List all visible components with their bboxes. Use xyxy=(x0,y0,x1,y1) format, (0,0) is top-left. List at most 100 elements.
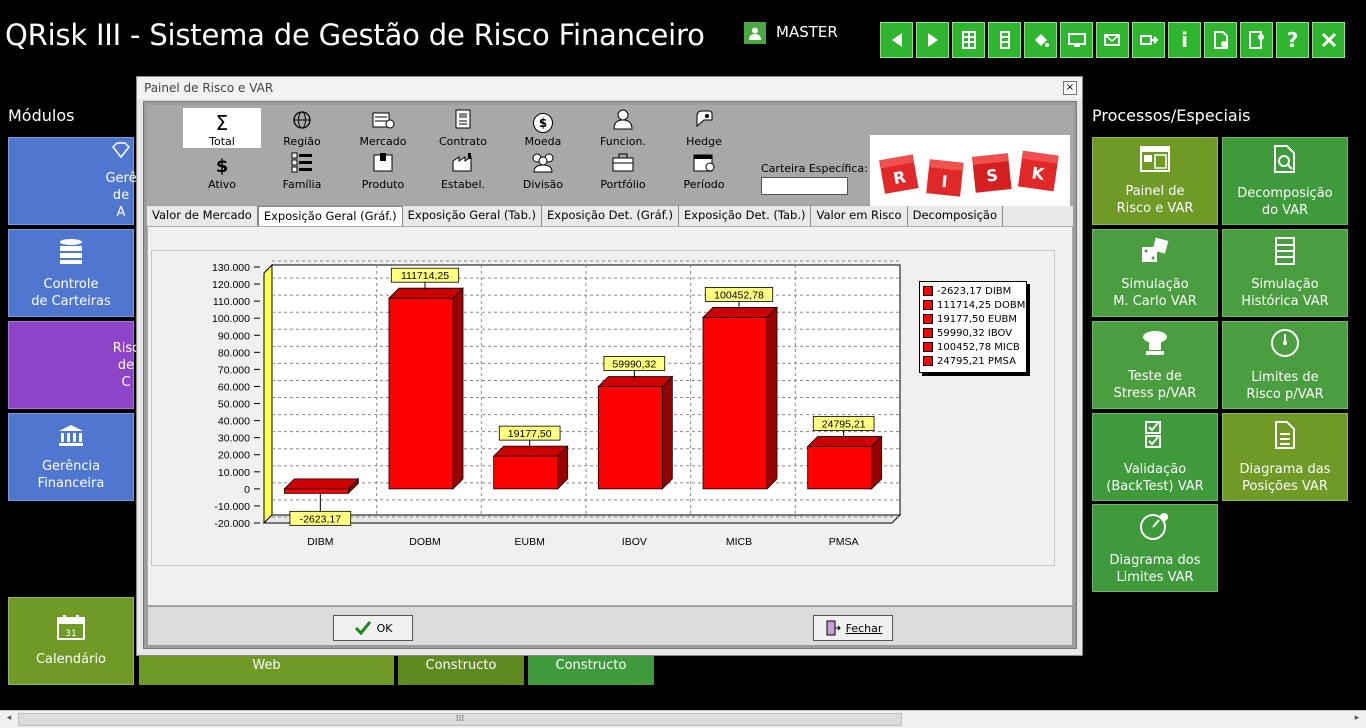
toolbar-label: Divisão xyxy=(522,178,564,191)
dialog-close-icon[interactable]: × xyxy=(1063,81,1077,95)
config-icon[interactable] xyxy=(1240,22,1273,58)
tile-gerencia-ativos[interactable]: Gerê de A xyxy=(8,137,137,225)
tile-simulacao-historica[interactable]: Simulação Histórica VAR xyxy=(1222,229,1348,317)
scroll-right-icon[interactable]: ▸ xyxy=(1350,713,1364,726)
tab-panel: 130.000 120.000 110.000 100.000 90.000 80.000… xyxy=(147,226,1073,606)
y-tick-label: 50.000 xyxy=(218,399,250,411)
tile-simulacao-mcarlo[interactable]: Simulação M. Carlo VAR xyxy=(1092,229,1218,317)
market-icon xyxy=(371,110,395,133)
list-icon xyxy=(290,151,314,176)
check-icon xyxy=(354,621,371,636)
group-total-button[interactable]: Σ Total xyxy=(183,108,261,148)
factory-icon xyxy=(451,151,475,176)
export-icon[interactable] xyxy=(1132,22,1165,58)
tile-controle-carteiras[interactable]: Controle de Carteiras xyxy=(8,229,134,317)
tab-exposicao-geral-graf[interactable]: Exposição Geral (Gráf.) xyxy=(257,206,403,227)
y-tick-label: 110.000 xyxy=(213,296,250,308)
mail-check-icon[interactable] xyxy=(1096,22,1129,58)
contract-icon xyxy=(453,108,473,133)
value-label: 24795,21 xyxy=(822,419,866,431)
legend-item: 111714,25 DOBM xyxy=(923,298,1026,312)
horizontal-scrollbar[interactable]: ◂ ⁞⁞⁞ ▸ xyxy=(0,710,1366,728)
info-icon[interactable]: i xyxy=(1168,22,1201,58)
paint-bucket-icon[interactable] xyxy=(1024,22,1057,58)
scroll-thumb[interactable]: ⁞⁞⁞ xyxy=(18,713,902,726)
group-familia-button[interactable]: Família xyxy=(263,151,341,191)
tile-validacao-backtest[interactable]: Validação (BackTest) VAR xyxy=(1092,413,1218,501)
x-tick-label: PMSA xyxy=(829,536,859,548)
group-portfolio-button[interactable]: Portfólio xyxy=(584,151,662,191)
tab-decomposicao[interactable]: Decomposição xyxy=(908,206,1004,226)
group-hedge-button[interactable]: Hedge xyxy=(665,108,743,148)
chart-floor xyxy=(262,514,902,524)
portfolio-icon xyxy=(611,151,635,176)
toolbar-label: Contrato xyxy=(438,135,487,148)
product-icon xyxy=(371,151,395,176)
tile-teste-stress[interactable]: Teste de Stress p/VAR xyxy=(1092,321,1218,409)
tab-valor-mercado[interactable]: Valor de Mercado xyxy=(147,206,258,226)
group-produto-button[interactable]: Produto xyxy=(344,151,422,191)
exit-door-icon xyxy=(826,620,841,636)
grid-icon[interactable] xyxy=(952,22,985,58)
group-funcionario-button[interactable]: Funcion. xyxy=(584,108,662,148)
carteira-input[interactable] xyxy=(761,177,848,195)
group-divisao-button[interactable]: Divisão xyxy=(504,151,582,191)
tab-exposicao-det-graf[interactable]: Exposição Det. (Gráf.) xyxy=(542,206,679,226)
help-icon[interactable]: ? xyxy=(1276,22,1309,58)
calendar-icon: 31 xyxy=(56,614,86,645)
legend-label: 111714,25 DOBM xyxy=(937,299,1026,311)
tile-risco-credito[interactable]: Risc de C xyxy=(8,321,139,409)
arrow-right-icon[interactable] xyxy=(916,22,949,58)
chart-legend: -2623,17 DIBM 111714,25 DOBM 19177,50 EU… xyxy=(919,281,1027,373)
risk-dice-image: R I S K xyxy=(870,135,1070,213)
legend-label: 19177,50 EUBM xyxy=(937,313,1018,325)
tile-label: Posições VAR xyxy=(1242,478,1328,494)
tab-exposicao-geral-tab[interactable]: Exposição Geral (Tab.) xyxy=(403,206,543,226)
value-label: 111714,25 xyxy=(401,270,449,282)
ok-button[interactable]: OK xyxy=(333,615,413,641)
tile-decomposicao-var[interactable]: Decomposição do VAR xyxy=(1222,137,1348,225)
tile-label: Risco e VAR xyxy=(1116,200,1194,216)
tile-gerencia-financeira[interactable]: Gerência Financeira xyxy=(8,413,134,501)
tile-calendario[interactable]: 31 Calendário xyxy=(8,597,134,685)
group-ativo-button[interactable]: $ Ativo xyxy=(183,151,261,192)
group-regiao-button[interactable]: Região xyxy=(263,108,341,148)
monitor-icon[interactable] xyxy=(1060,22,1093,58)
y-tick-label: 0 xyxy=(244,484,250,496)
tile-label: Diagrama das xyxy=(1239,461,1331,477)
group-mercado-button[interactable]: Mercado xyxy=(344,108,422,148)
tile-limites-risco[interactable]: Limites de Risco p/VAR xyxy=(1222,321,1348,409)
x-tick-label: EUBM xyxy=(514,536,544,548)
arrow-left-icon[interactable] xyxy=(880,22,913,58)
tile-label: Gerê xyxy=(105,171,137,186)
toolbar-label: Moeda xyxy=(524,135,562,148)
bar xyxy=(388,297,454,490)
y-tick-label: 120.000 xyxy=(212,279,250,291)
tile-label: Decomposição xyxy=(1237,185,1333,201)
toolbar-label: Hedge xyxy=(686,135,722,148)
user-icon xyxy=(744,22,766,44)
group-contrato-button[interactable]: Contrato xyxy=(424,108,502,148)
bar-top xyxy=(283,478,360,490)
y-tick-label: 30.000 xyxy=(218,433,250,445)
fechar-button[interactable]: Fechar xyxy=(813,615,893,641)
tile-diagrama-posicoes[interactable]: Diagrama das Posições VAR xyxy=(1222,413,1348,501)
close-icon[interactable] xyxy=(1312,22,1345,58)
group-moeda-button[interactable]: $ Moeda xyxy=(504,108,582,148)
tab-valor-em-risco[interactable]: Valor em Risco xyxy=(811,206,908,226)
history-icon xyxy=(1274,236,1296,270)
column-icon[interactable] xyxy=(988,22,1021,58)
group-estabelecimento-button[interactable]: Estabel. xyxy=(424,151,502,191)
tab-exposicao-det-tab[interactable]: Exposição Det. (Tab.) xyxy=(679,206,812,226)
scroll-left-icon[interactable]: ◂ xyxy=(2,713,16,726)
tile-diagrama-limites[interactable]: Diagrama dos Limites VAR xyxy=(1092,504,1218,592)
tile-label: Controle xyxy=(43,276,99,292)
tile-label: (BackTest) VAR xyxy=(1106,478,1204,494)
tile-painel-risco-var[interactable]: Painel de Risco e VAR xyxy=(1092,137,1218,225)
group-periodo-button[interactable]: Período xyxy=(665,151,743,191)
y-tick-label: 90.000 xyxy=(218,330,250,342)
y-tick-label: 20.000 xyxy=(218,450,250,462)
y-tick-label: -20.000 xyxy=(214,518,250,530)
document-settings-icon[interactable] xyxy=(1204,22,1237,58)
ok-label: OK xyxy=(376,621,393,635)
